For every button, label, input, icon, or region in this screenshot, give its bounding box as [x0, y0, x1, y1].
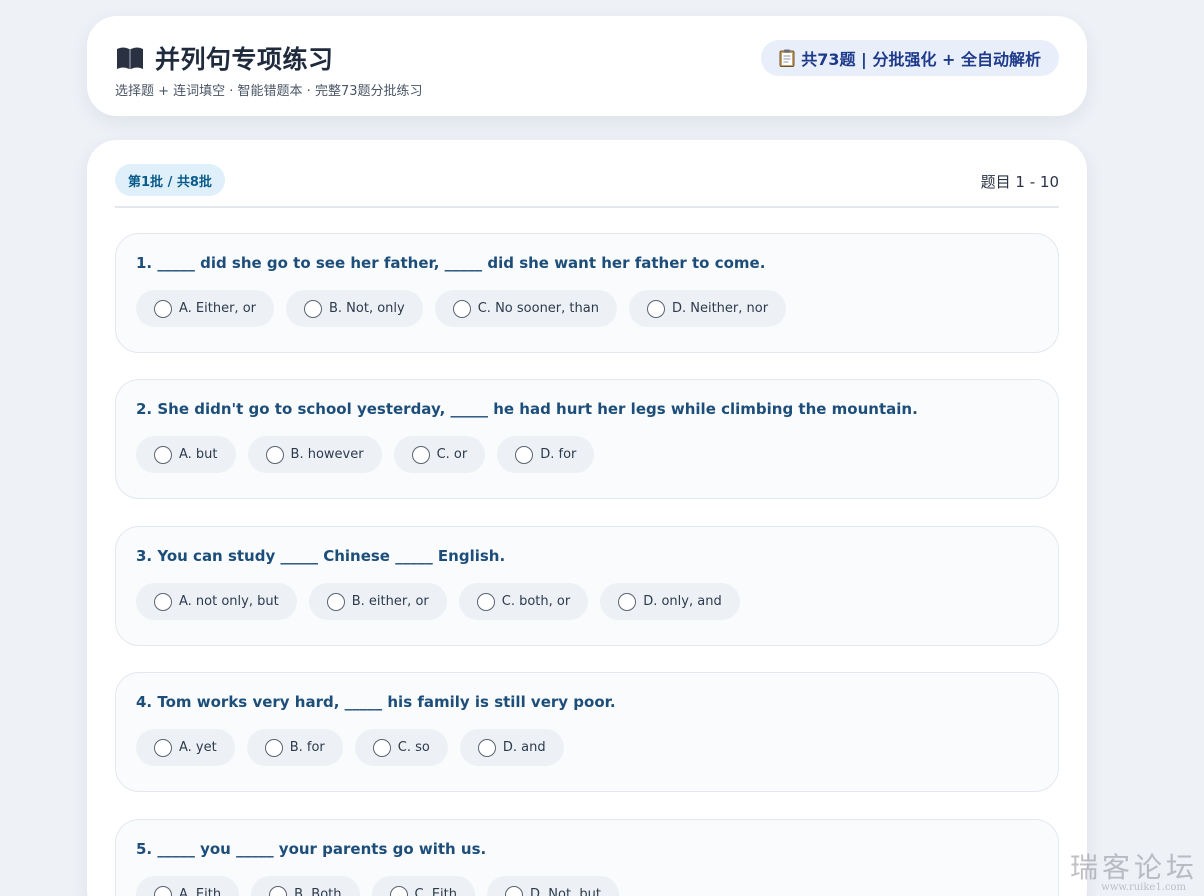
radio-icon[interactable] — [326, 592, 345, 611]
options-row: A. but B. however C. or D. for — [136, 436, 595, 473]
radio-icon[interactable] — [618, 592, 637, 611]
option-c[interactable]: C. No sooner, than — [434, 290, 617, 327]
batch-badge: 第1批 / 共8批 — [115, 164, 225, 196]
option-d[interactable]: D. only, and — [600, 583, 740, 620]
option-d[interactable]: D. Not, but — [487, 876, 619, 896]
radio-icon[interactable] — [646, 299, 665, 318]
option-label: A. but — [179, 447, 218, 462]
option-c[interactable]: C. both, or — [458, 583, 589, 620]
question-range: 题目 1 - 10 — [980, 173, 1059, 191]
page-title: 并列句专项练习 — [155, 45, 334, 74]
radio-icon[interactable] — [515, 445, 534, 464]
radio-icon[interactable] — [154, 592, 172, 611]
radio-icon[interactable] — [389, 885, 408, 896]
question-text: 2. She didn't go to school yesterday, __… — [136, 400, 918, 418]
option-label: B. however — [290, 447, 364, 462]
title-row: 并列句专项练习 — [115, 40, 334, 76]
radio-icon[interactable] — [505, 885, 524, 896]
question-text: 1. _____ did she go to see her father, _… — [136, 254, 766, 272]
divider — [115, 206, 1059, 208]
options-row: A. Either, or B. Not, only C. No sooner,… — [136, 290, 787, 327]
option-d[interactable]: D. Neither, nor — [628, 290, 787, 327]
option-label: C. or — [436, 447, 468, 462]
option-label: B. Not, only — [329, 301, 405, 316]
radio-icon[interactable] — [269, 885, 288, 896]
option-label: D. Not, but — [530, 887, 601, 896]
option-b[interactable]: B. Both — [251, 876, 360, 896]
option-label: C. No sooner, than — [477, 301, 599, 316]
option-b[interactable]: B. however — [247, 436, 382, 473]
option-a[interactable]: A. Eith — [136, 876, 240, 896]
question-card: 5. _____ you _____ your parents go with … — [115, 819, 1059, 896]
option-label: A. Either, or — [179, 301, 256, 316]
clipboard-icon — [779, 49, 795, 67]
watermark-url: www.ruike1.com — [1101, 882, 1186, 893]
question-card: 1. _____ did she go to see her father, _… — [115, 233, 1059, 353]
radio-icon[interactable] — [154, 738, 172, 757]
question-card: 3. You can study _____ Chinese _____ Eng… — [115, 526, 1059, 646]
option-d[interactable]: D. and — [459, 729, 564, 766]
option-a[interactable]: A. but — [136, 436, 236, 473]
option-label: A. yet — [179, 740, 217, 755]
option-label: A. not only, but — [179, 594, 279, 609]
option-label: B. either, or — [351, 594, 429, 609]
option-b[interactable]: B. Not, only — [286, 290, 423, 327]
option-label: C. so — [397, 740, 430, 755]
radio-icon[interactable] — [154, 445, 172, 464]
question-card: 2. She didn't go to school yesterday, __… — [115, 379, 1059, 499]
header-card: 并列句专项练习 选择题 + 连词填空 · 智能错题本 · 完整73题分批练习 共… — [87, 16, 1087, 116]
option-b[interactable]: B. either, or — [308, 583, 447, 620]
radio-icon[interactable] — [265, 445, 284, 464]
radio-icon[interactable] — [411, 445, 430, 464]
option-label: C. both, or — [501, 594, 571, 609]
question-card: 4. Tom works very hard, _____ his family… — [115, 672, 1059, 792]
option-label: D. for — [540, 447, 577, 462]
page-subtitle: 选择题 + 连词填空 · 智能错题本 · 完整73题分批练习 — [115, 84, 423, 99]
option-label: C. Eith — [414, 887, 458, 896]
option-label: B. for — [289, 740, 325, 755]
option-label: A. Eith — [179, 887, 222, 896]
book-icon — [115, 45, 145, 71]
summary-text: 共73题 | 分批强化 + 全自动解析 — [801, 50, 1041, 69]
radio-icon[interactable] — [477, 738, 496, 757]
radio-icon[interactable] — [264, 738, 283, 757]
option-d[interactable]: D. for — [497, 436, 595, 473]
option-c[interactable]: C. Eith — [371, 876, 476, 896]
radio-icon[interactable] — [452, 299, 471, 318]
quiz-card: 第1批 / 共8批 题目 1 - 10 1. _____ did she go … — [87, 140, 1087, 896]
options-row: A. not only, but B. either, or C. both, … — [136, 583, 740, 620]
radio-icon[interactable] — [476, 592, 495, 611]
option-c[interactable]: C. or — [393, 436, 486, 473]
option-a[interactable]: A. Either, or — [136, 290, 274, 327]
option-a[interactable]: A. not only, but — [136, 583, 297, 620]
options-row: A. Eith B. Both C. Eith D. Not, but — [136, 876, 619, 896]
radio-icon[interactable] — [372, 738, 391, 757]
option-b[interactable]: B. for — [246, 729, 343, 766]
options-row: A. yet B. for C. so D. and — [136, 729, 564, 766]
watermark: 瑞客论坛 — [1069, 851, 1198, 884]
question-text: 4. Tom works very hard, _____ his family… — [136, 693, 616, 711]
option-label: D. Neither, nor — [671, 301, 769, 316]
question-text: 3. You can study _____ Chinese _____ Eng… — [136, 547, 506, 565]
page: 并列句专项练习 选择题 + 连词填空 · 智能错题本 · 完整73题分批练习 共… — [0, 0, 1204, 896]
radio-icon[interactable] — [304, 299, 322, 318]
option-c[interactable]: C. so — [354, 729, 448, 766]
option-label: B. Both — [294, 887, 342, 896]
option-label: D. only, and — [643, 594, 722, 609]
radio-icon[interactable] — [154, 885, 172, 896]
option-label: D. and — [502, 740, 546, 755]
radio-icon[interactable] — [154, 299, 172, 318]
question-text: 5. _____ you _____ your parents go with … — [136, 840, 487, 858]
summary-pill: 共73题 | 分批强化 + 全自动解析 — [761, 40, 1059, 76]
option-a[interactable]: A. yet — [136, 729, 235, 766]
